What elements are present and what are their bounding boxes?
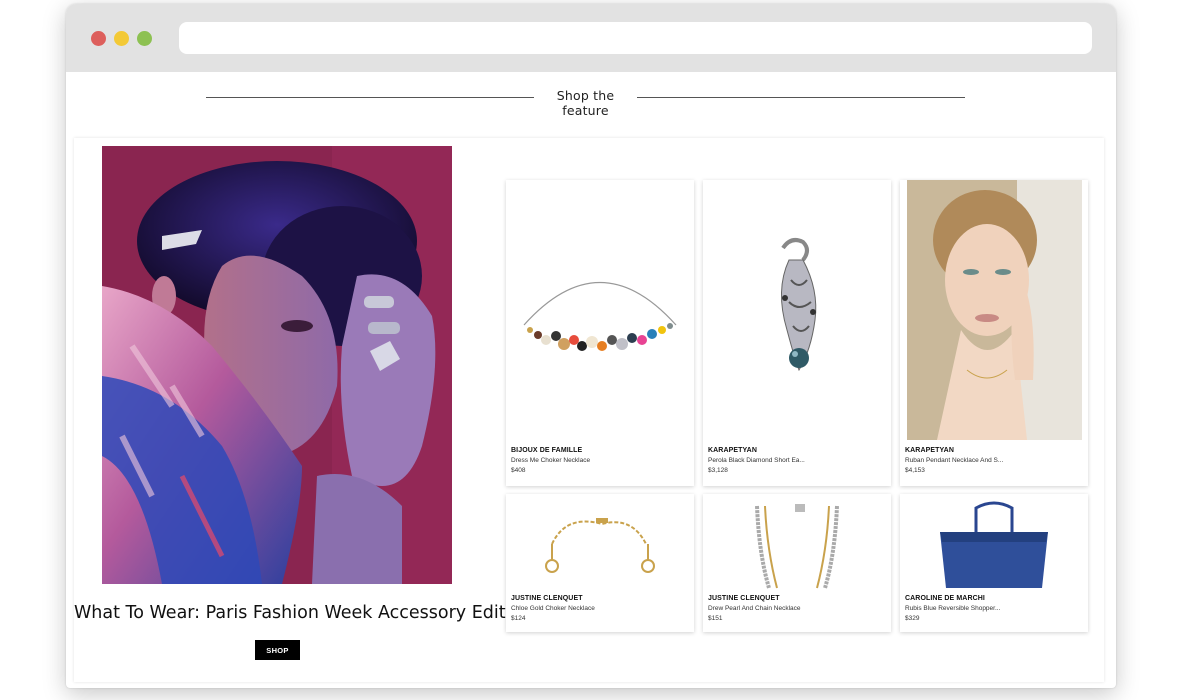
minimize-window-button[interactable] xyxy=(114,31,129,46)
product-image[interactable] xyxy=(900,180,1088,440)
product-card[interactable]: CAROLINE DE MARCHI Rubis Blue Reversible… xyxy=(900,494,1088,632)
heading-divider-right xyxy=(637,97,965,98)
product-image[interactable] xyxy=(703,494,891,590)
product-brand[interactable]: BIJOUX DE FAMILLE xyxy=(511,446,690,456)
product-image[interactable] xyxy=(506,494,694,590)
product-card[interactable]: BIJOUX DE FAMILLE Dress Me Choker Neckla… xyxy=(506,180,694,486)
browser-window: Shop the feature What To Wear: Paris Fas… xyxy=(66,4,1116,688)
product-price: $124 xyxy=(511,615,526,622)
product-price: $329 xyxy=(905,615,920,622)
product-card[interactable]: JUSTINE CLENQUET Chloe Gold Choker Neckl… xyxy=(506,494,694,632)
heading-divider-left xyxy=(206,97,534,98)
hero-title[interactable]: What To Wear: Paris Fashion Week Accesso… xyxy=(74,603,506,623)
product-name[interactable]: Ruban Pendant Necklace And S... xyxy=(905,456,1084,466)
product-meta: KARAPETYAN Perola Black Diamond Short Ea… xyxy=(708,446,887,476)
product-meta: CAROLINE DE MARCHI Rubis Blue Reversible… xyxy=(905,594,1084,624)
product-brand[interactable]: CAROLINE DE MARCHI xyxy=(905,594,1084,604)
product-name[interactable]: Dress Me Choker Necklace xyxy=(511,456,690,466)
product-name[interactable]: Perola Black Diamond Short Ea... xyxy=(708,456,887,466)
product-card[interactable]: JUSTINE CLENQUET Drew Pearl And Chain Ne… xyxy=(703,494,891,632)
address-bar[interactable] xyxy=(179,22,1092,54)
product-meta: BIJOUX DE FAMILLE Dress Me Choker Neckla… xyxy=(511,446,690,476)
feature-panel: What To Wear: Paris Fashion Week Accesso… xyxy=(74,138,1104,682)
product-card[interactable]: KARAPETYAN Ruban Pendant Necklace And S.… xyxy=(900,180,1088,486)
product-price: $408 xyxy=(511,467,526,474)
product-image[interactable] xyxy=(506,180,694,440)
product-meta: KARAPETYAN Ruban Pendant Necklace And S.… xyxy=(905,446,1084,476)
fashion-model-illustration xyxy=(102,146,452,584)
section-heading: Shop the feature xyxy=(66,84,1116,118)
product-name[interactable]: Drew Pearl And Chain Necklace xyxy=(708,604,887,614)
product-price: $151 xyxy=(708,615,723,622)
product-brand[interactable]: JUSTINE CLENQUET xyxy=(511,594,690,604)
product-brand[interactable]: KARAPETYAN xyxy=(905,446,1084,456)
maximize-window-button[interactable] xyxy=(137,31,152,46)
choker-necklace-image xyxy=(523,282,677,351)
product-price: $4,153 xyxy=(905,467,925,474)
model-portrait-image xyxy=(907,180,1082,440)
earring-image xyxy=(780,238,817,372)
product-meta: JUSTINE CLENQUET Drew Pearl And Chain Ne… xyxy=(708,594,887,624)
product-name[interactable]: Rubis Blue Reversible Shopper... xyxy=(905,604,1084,614)
shop-button[interactable]: SHOP xyxy=(255,640,300,660)
gold-choker-image xyxy=(545,518,655,573)
product-brand[interactable]: JUSTINE CLENQUET xyxy=(708,594,887,604)
section-title: Shop the feature xyxy=(556,88,615,118)
product-card[interactable]: KARAPETYAN Perola Black Diamond Short Ea… xyxy=(703,180,891,486)
hero-image[interactable] xyxy=(102,146,452,584)
product-image[interactable] xyxy=(900,494,1088,590)
product-image[interactable] xyxy=(703,180,891,440)
blue-tote-bag-image xyxy=(940,501,1048,588)
product-price: $3,128 xyxy=(708,467,728,474)
browser-toolbar xyxy=(66,4,1116,72)
close-window-button[interactable] xyxy=(91,31,106,46)
product-meta: JUSTINE CLENQUET Chloe Gold Choker Neckl… xyxy=(511,594,690,624)
product-name[interactable]: Chloe Gold Choker Necklace xyxy=(511,604,690,614)
product-brand[interactable]: KARAPETYAN xyxy=(708,446,887,456)
pearl-chain-necklace-image xyxy=(755,504,839,589)
